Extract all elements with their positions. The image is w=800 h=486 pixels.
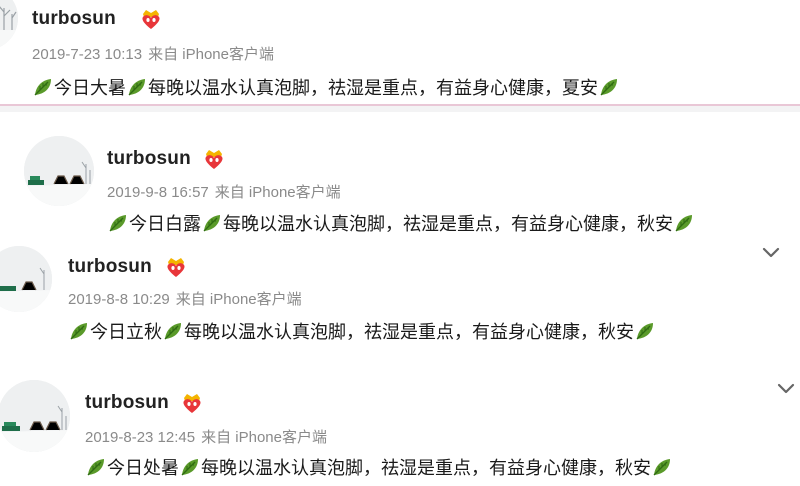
leaf-emoji-icon (201, 212, 223, 234)
solar-term-text: 今日立秋 (90, 322, 162, 342)
chevron-down-icon[interactable] (761, 246, 781, 260)
avatar-snow-scene-image (0, 0, 18, 50)
post-text: 今日白露 每晚以温水认真泡脚，祛湿是重点，有益身心健康，秋安 (107, 210, 695, 236)
username[interactable]: turbosun (107, 148, 191, 170)
leaf-emoji-icon (68, 320, 90, 342)
post-3[interactable]: turbosun 2019-8-8 10:29 来自 iPhone客户端 今日立秋… (0, 242, 800, 360)
avatar[interactable] (0, 246, 52, 312)
body-text: 每晚以温水认真泡脚，祛湿是重点，有益身心健康，秋安 (184, 322, 634, 342)
post-meta: 2019-9-8 16:57 来自 iPhone客户端 (107, 181, 347, 202)
leaf-emoji-icon (179, 456, 201, 478)
leaf-emoji-icon (162, 320, 184, 342)
post-meta: 2019-8-8 10:29 来自 iPhone客户端 (68, 288, 308, 309)
username[interactable]: turbosun (32, 8, 116, 30)
username[interactable]: turbosun (85, 392, 169, 414)
weibo-feed-screenshot: turbosun 2019-7-23 10:13 来自 iPhone客户端 今日大… (0, 0, 800, 486)
avatar-snow-scene-image (24, 136, 94, 206)
chevron-down-icon[interactable] (776, 382, 796, 396)
timestamp: 2019-9-8 16:57 (107, 184, 209, 201)
source: 来自 iPhone客户端 (148, 46, 274, 63)
timestamp: 2019-8-8 10:29 (68, 291, 170, 308)
source: 来自 iPhone客户端 (214, 184, 341, 201)
crown-heart-badge (164, 256, 188, 278)
avatar-snow-scene-image (0, 246, 52, 312)
leaf-emoji-icon (126, 76, 148, 98)
post-text: 今日处暑 每晚以温水认真泡脚，祛湿是重点，有益身心健康，秋安 (85, 454, 673, 480)
body-text: 每晚以温水认真泡脚，祛湿是重点，有益身心健康，秋安 (201, 458, 651, 478)
leaf-emoji-icon (673, 212, 695, 234)
post-1[interactable]: turbosun 2019-7-23 10:13 来自 iPhone客户端 今日大… (0, 0, 800, 104)
solar-term-text: 今日大暑 (54, 78, 126, 98)
leaf-emoji-icon (598, 76, 620, 98)
avatar[interactable] (0, 380, 70, 452)
post-text: 今日立秋 每晚以温水认真泡脚，祛湿是重点，有益身心健康，秋安 (68, 318, 656, 344)
post-2[interactable]: turbosun 2019-9-8 16:57 来自 iPhone客户端 今日白露… (0, 112, 800, 242)
leaf-emoji-icon (32, 76, 54, 98)
leaf-emoji-icon (85, 456, 107, 478)
leaf-emoji-icon (634, 320, 656, 342)
avatar[interactable] (0, 0, 18, 50)
source: 来自 iPhone客户端 (201, 429, 327, 446)
timestamp: 2019-8-23 12:45 (85, 429, 196, 446)
leaf-emoji-icon (107, 212, 129, 234)
crown-heart-badge (180, 392, 204, 414)
solar-term-text: 今日白露 (129, 214, 201, 234)
username[interactable]: turbosun (68, 256, 152, 278)
crown-heart-badge (202, 148, 226, 170)
post-4[interactable]: turbosun 2019-8-23 12:45 来自 iPhone客户端 今日处… (0, 360, 800, 486)
avatar[interactable] (24, 136, 94, 206)
post-meta: 2019-8-23 12:45 来自 iPhone客户端 (85, 426, 333, 447)
post-meta: 2019-7-23 10:13 来自 iPhone客户端 (32, 43, 280, 64)
leaf-emoji-icon (651, 456, 673, 478)
avatar-snow-scene-image (0, 380, 70, 452)
solar-term-text: 今日处暑 (107, 458, 179, 478)
source: 来自 iPhone客户端 (175, 291, 302, 308)
timestamp: 2019-7-23 10:13 (32, 46, 143, 63)
body-text: 每晚以温水认真泡脚，祛湿是重点，有益身心健康，夏安 (148, 78, 598, 98)
crown-heart-badge (139, 8, 163, 30)
body-text: 每晚以温水认真泡脚，祛湿是重点，有益身心健康，秋安 (223, 214, 673, 234)
post-text: 今日大暑 每晚以温水认真泡脚，祛湿是重点，有益身心健康，夏安 (32, 74, 620, 100)
